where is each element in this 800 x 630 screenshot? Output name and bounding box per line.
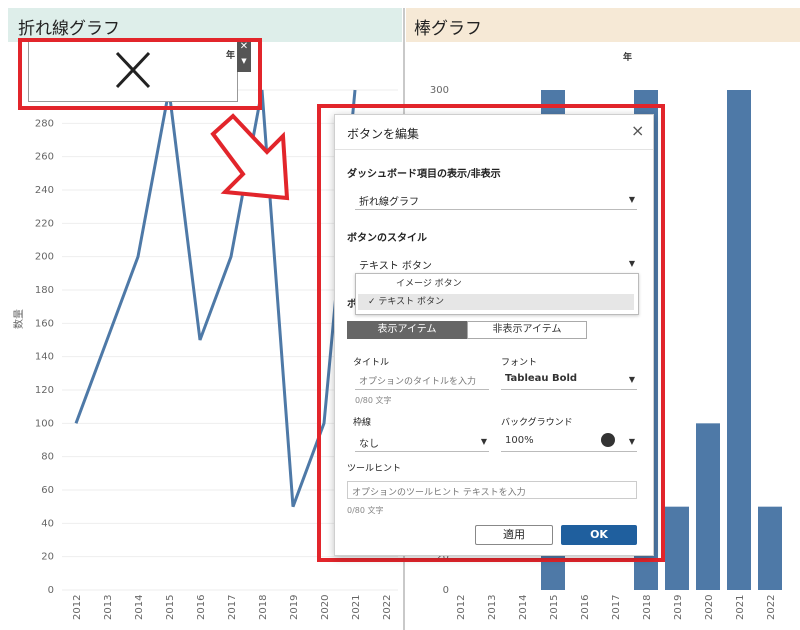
right-panel-title: 棒グラフ [414, 19, 482, 39]
title-counter: 0/80 文字 [355, 396, 392, 405]
tooltip-counter: 0/80 文字 [347, 506, 384, 515]
chevron-down-icon: ▼ [480, 437, 487, 446]
close-icon[interactable]: × [631, 121, 644, 140]
x-tick-label: 2012 [72, 595, 83, 620]
x-tick-label: 2020 [320, 595, 331, 620]
bar-legend-year: 年 [623, 51, 632, 63]
y-tick-label: 20 [41, 552, 54, 563]
y-tick-label: 0 [443, 585, 449, 596]
border-field-label: 枠線 [353, 418, 372, 428]
x-tick-label: 2018 [258, 595, 269, 620]
font-select[interactable]: Tableau Bold ▼ [501, 371, 637, 390]
x-tick-label: 2013 [103, 595, 114, 620]
title-input[interactable]: オプションのタイトルを入力 [355, 371, 489, 390]
y-tick-label: 60 [41, 485, 54, 496]
ok-button[interactable]: OK [561, 525, 637, 545]
y-tick-label: 160 [35, 318, 54, 329]
bar[interactable] [727, 90, 751, 590]
y-tick-label: 180 [35, 285, 54, 296]
y-tick-label: 260 [35, 152, 54, 163]
arrow-icon [210, 113, 290, 201]
y-tick-label: 120 [35, 385, 54, 396]
chevron-down-icon: ▼ [628, 437, 635, 446]
bar[interactable] [665, 506, 689, 590]
y-tick-label: 300 [430, 85, 449, 96]
x-tick-label: 2018 [642, 595, 653, 620]
title-input-placeholder: オプションのタイトルを入力 [359, 377, 477, 387]
y-tick-label: 40 [41, 518, 54, 529]
left-panel-title: 折れ線グラフ [18, 19, 120, 39]
tooltip-field-label: ツールヒント [347, 464, 402, 474]
chevron-down-icon: ▼ [628, 195, 635, 204]
border-select-value: なし [359, 439, 379, 450]
x-tick-label: 2013 [487, 595, 498, 620]
dropdown-option-image[interactable]: イメージ ボタン [356, 276, 638, 292]
edit-button-dialog: ボタンを編集 × ダッシュボード項目の表示/非表示 折れ線グラフ ▼ ボタンのス… [334, 114, 654, 556]
x-tick-label: 2021 [351, 595, 362, 620]
x-tick-label: 2012 [456, 595, 467, 620]
bar[interactable] [696, 423, 720, 590]
y-tick-label: 200 [35, 252, 54, 263]
border-select[interactable]: なし ▼ [355, 433, 489, 452]
font-select-value: Tableau Bold [505, 373, 578, 384]
x-tick-label: 2017 [611, 595, 622, 620]
y-tick-label: 100 [35, 418, 54, 429]
apply-button[interactable]: 適用 [475, 525, 553, 545]
dialog-title: ボタンを編集 [347, 127, 420, 141]
visibility-section-label: ダッシュボード項目の表示/非表示 [347, 169, 501, 180]
background-select[interactable]: 100% ▼ [501, 433, 637, 452]
font-field-label: フォント [501, 358, 538, 368]
dropdown-option-text[interactable]: ✓ テキスト ボタン [358, 294, 634, 310]
background-select-value: 100% [505, 435, 534, 446]
chevron-down-icon: ▼ [628, 259, 635, 268]
x-tick-label: 2022 [766, 595, 777, 620]
chevron-down-icon: ▼ [628, 375, 635, 384]
x-tick-label: 2015 [165, 595, 176, 620]
y-tick-label: 280 [35, 118, 54, 129]
x-tick-label: 2019 [673, 595, 684, 620]
title-divider [335, 149, 653, 150]
x-tick-label: 2015 [549, 595, 560, 620]
style-dropdown-list: イメージ ボタン ✓ テキスト ボタン [355, 273, 639, 315]
x-tick-label: 2016 [580, 595, 591, 620]
style-section-label: ボタンのスタイル [347, 233, 427, 244]
x-tick-label: 2014 [518, 595, 529, 620]
style-select-value: テキスト ボタン [359, 261, 432, 272]
y-tick-label: 0 [48, 585, 54, 596]
y-tick-label: 240 [35, 185, 54, 196]
visibility-select-value: 折れ線グラフ [359, 197, 419, 208]
style-select[interactable]: テキスト ボタン ▼ [355, 255, 637, 274]
x-tick-label: 2020 [704, 595, 715, 620]
y-tick-label: 140 [35, 352, 54, 363]
highlight-box-button [18, 38, 262, 110]
title-field-label: タイトル [353, 358, 390, 368]
y-tick-label: 220 [35, 218, 54, 229]
line-y-axis-label: 数量 [12, 309, 25, 329]
tab-shown-items[interactable]: 表示アイテム [347, 321, 467, 339]
bar[interactable] [758, 506, 782, 590]
x-tick-label: 2017 [227, 595, 238, 620]
x-tick-label: 2022 [382, 595, 393, 620]
x-tick-label: 2014 [134, 595, 145, 620]
background-field-label: バックグラウンド [501, 418, 573, 428]
x-tick-label: 2019 [289, 595, 300, 620]
visibility-select[interactable]: 折れ線グラフ ▼ [355, 191, 637, 210]
y-tick-label: 80 [41, 452, 54, 463]
tooltip-input[interactable]: オプションのツールヒント テキストを入力 [347, 481, 637, 499]
x-tick-label: 2016 [196, 595, 207, 620]
x-tick-label: 2021 [735, 595, 746, 620]
tab-hidden-items[interactable]: 非表示アイテム [467, 321, 587, 339]
tooltip-input-placeholder: オプションのツールヒント テキストを入力 [352, 488, 526, 498]
color-swatch[interactable] [601, 433, 615, 447]
